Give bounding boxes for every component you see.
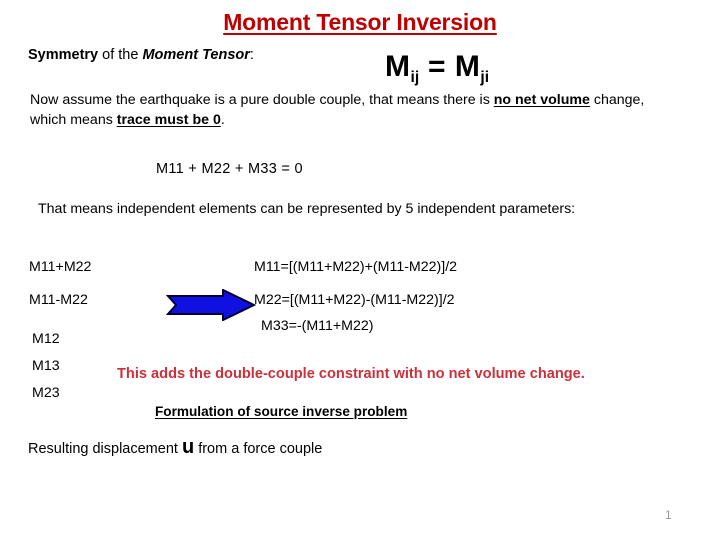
component-item: M12 xyxy=(32,331,60,347)
right-arrow-svg xyxy=(165,288,257,322)
formula-m-right: M xyxy=(454,50,481,83)
formula-sub-ji: ji xyxy=(480,69,490,86)
formula-m-left: M xyxy=(385,50,411,83)
double-couple-part3: . xyxy=(220,112,225,128)
slide-canvas: Moment Tensor Inversion Symmetry of the … xyxy=(0,0,720,540)
formulation-heading: Formulation of source inverse problem xyxy=(155,404,408,419)
formula-equals: = xyxy=(419,50,455,83)
component-item: M13 xyxy=(32,358,60,374)
symmetry-keyword: Symmetry xyxy=(28,47,99,63)
double-couple-part1: Now assume the earthquake is a pure doub… xyxy=(30,92,494,108)
constraint-note: This adds the double-couple constraint w… xyxy=(117,366,585,382)
page-title: Moment Tensor Inversion xyxy=(0,9,720,36)
double-couple-paragraph: Now assume the earthquake is a pure doub… xyxy=(30,90,678,130)
symmetry-statement: Symmetry of the Moment Tensor: xyxy=(28,47,254,63)
displacement-part2: from a force couple xyxy=(194,441,323,457)
symmetry-connector: of the xyxy=(98,47,143,63)
component-item: M23 xyxy=(32,385,60,401)
page-title-text: Moment Tensor Inversion xyxy=(223,9,497,35)
displacement-vector-symbol: u xyxy=(181,436,195,458)
arrow-shape xyxy=(165,288,257,322)
page-number: 1 xyxy=(665,508,672,522)
solved-equation: M33=-(M11+M22) xyxy=(261,318,374,334)
trace-equation: M11 + M22 + M33 = 0 xyxy=(156,161,303,177)
symmetry-formula: Mij = Mji xyxy=(385,50,490,86)
component-item: M11+M22 xyxy=(29,259,92,275)
displacement-part1: Resulting displacement xyxy=(28,441,182,457)
right-arrow-icon xyxy=(165,288,257,322)
emphasis-no-net-volume: no net volume xyxy=(493,92,590,108)
moment-tensor-term: Moment Tensor xyxy=(142,47,250,63)
emphasis-trace-must-be-zero: trace must be 0 xyxy=(116,112,221,128)
solved-equation: M22=[(M11+M22)-(M11-M22)]/2 xyxy=(254,292,455,308)
component-item: M11-M22 xyxy=(29,292,88,308)
symmetry-colon: : xyxy=(249,47,254,63)
solved-equation: M11=[(M11+M22)+(M11-M22)]/2 xyxy=(254,259,458,275)
independent-parameters-paragraph: That means independent elements can be r… xyxy=(38,201,576,217)
formula-sub-ij: ij xyxy=(410,69,420,86)
displacement-statement: Resulting displacement u from a force co… xyxy=(28,437,323,457)
